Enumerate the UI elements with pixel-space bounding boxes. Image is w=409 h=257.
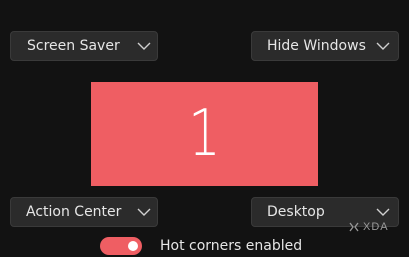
xda-logo-icon <box>349 222 359 232</box>
bottom-left-corner-value: Action Center <box>26 204 122 220</box>
top-right-corner-dropdown[interactable]: Hide Windows <box>251 31 399 61</box>
toggle-knob <box>128 241 138 251</box>
display-preview: 1 <box>91 82 318 186</box>
chevron-down-icon <box>137 208 151 216</box>
bottom-right-corner-value: Desktop <box>267 204 325 220</box>
watermark-text: XDA <box>363 221 389 233</box>
chevron-down-icon <box>376 42 390 50</box>
hot-corners-toggle[interactable] <box>100 237 142 255</box>
top-left-corner-value: Screen Saver <box>27 38 120 54</box>
hot-corners-panel: Screen Saver Hide Windows 1 Action Cente… <box>0 0 409 257</box>
xda-watermark: XDA <box>349 221 389 233</box>
bottom-left-corner-dropdown[interactable]: Action Center <box>10 197 158 227</box>
top-right-corner-value: Hide Windows <box>267 38 366 54</box>
display-number: 1 <box>188 97 221 171</box>
hot-corners-toggle-label: Hot corners enabled <box>160 238 303 254</box>
chevron-down-icon <box>137 42 151 50</box>
chevron-down-icon <box>376 208 390 216</box>
top-left-corner-dropdown[interactable]: Screen Saver <box>10 31 158 61</box>
